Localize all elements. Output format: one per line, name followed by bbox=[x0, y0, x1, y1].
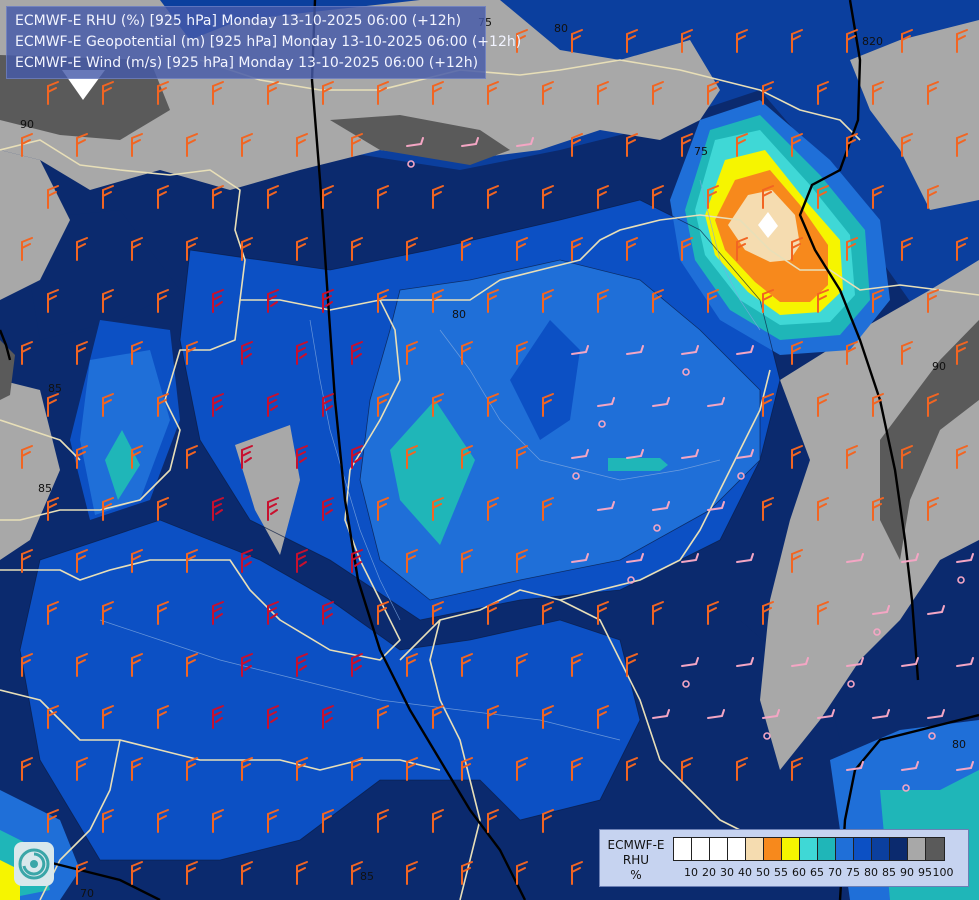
legend-title: ECMWF-E RHU % bbox=[604, 838, 668, 883]
contour-label: 85 bbox=[48, 382, 62, 395]
contour-label: 820 bbox=[862, 35, 883, 48]
contour-label: 90 bbox=[20, 118, 34, 131]
legend-swatch bbox=[710, 838, 728, 860]
title-geopotential: ECMWF-E Geopotential (m) [925 hPa] Monda… bbox=[15, 34, 522, 50]
contour-label: 80 bbox=[452, 308, 466, 321]
legend-tick-label: 100 bbox=[932, 866, 954, 879]
legend-tick-label: 80 bbox=[864, 866, 878, 879]
weather-map-viewer: 75 80 90 85 820 80 75 85 80 85 70 90 ECM… bbox=[0, 0, 979, 900]
legend-tick-label: 60 bbox=[792, 866, 806, 879]
legend-swatch bbox=[836, 838, 854, 860]
contour-label: 80 bbox=[952, 738, 966, 751]
map-title-box: ECMWF-E RHU (%) [925 hPa] Monday 13-10-2… bbox=[6, 6, 522, 79]
legend-tick-label: 40 bbox=[738, 866, 752, 879]
legend-swatch bbox=[872, 838, 890, 860]
contour-label: 75 bbox=[694, 145, 708, 158]
legend-swatch bbox=[890, 838, 908, 860]
title-rhu: ECMWF-E RHU (%) [925 hPa] Monday 13-10-2… bbox=[15, 13, 462, 29]
legend-tick-label: 95 bbox=[918, 866, 932, 879]
legend-swatch bbox=[746, 838, 764, 860]
legend-swatches bbox=[673, 837, 945, 861]
legend-title-line: RHU bbox=[622, 853, 650, 867]
contour-label: 85 bbox=[360, 870, 374, 883]
contour-label: 85 bbox=[38, 482, 52, 495]
legend-title-line: ECMWF-E bbox=[607, 838, 665, 852]
legend-tick-labels: 10 20 30 40 50 55 60 65 70 75 80 85 90 95 100 bbox=[673, 866, 973, 880]
legend-swatch bbox=[764, 838, 782, 860]
contour-label: 70 bbox=[80, 887, 94, 900]
legend-title-line: % bbox=[630, 868, 642, 882]
legend-swatch bbox=[782, 838, 800, 860]
legend-swatch bbox=[818, 838, 836, 860]
legend-tick-label: 55 bbox=[774, 866, 788, 879]
contour-label: 90 bbox=[932, 360, 946, 373]
legend-swatch bbox=[692, 838, 710, 860]
rhu-map[interactable]: 75 80 90 85 820 80 75 85 80 85 70 90 bbox=[0, 0, 979, 900]
legend-swatch bbox=[800, 838, 818, 860]
legend-tick-label: 85 bbox=[882, 866, 896, 879]
legend-tick-label: 10 bbox=[684, 866, 698, 879]
legend-tick-label: 75 bbox=[846, 866, 860, 879]
legend-tick-label: 65 bbox=[810, 866, 824, 879]
legend-swatch bbox=[908, 838, 926, 860]
legend-swatch bbox=[674, 838, 692, 860]
legend-tick-label: 30 bbox=[720, 866, 734, 879]
rhu-legend: ECMWF-E RHU % 10 20 30 40 50 55 60 65 70 75 80 85 90… bbox=[599, 829, 969, 887]
legend-swatch bbox=[926, 838, 944, 860]
legend-tick-label: 70 bbox=[828, 866, 842, 879]
legend-tick-label: 50 bbox=[756, 866, 770, 879]
title-wind: ECMWF-E Wind (m/s) [925 hPa] Monday 13-1… bbox=[15, 55, 479, 71]
legend-swatch bbox=[854, 838, 872, 860]
legend-tick-label: 20 bbox=[702, 866, 716, 879]
legend-tick-label: 90 bbox=[900, 866, 914, 879]
legend-swatch bbox=[728, 838, 746, 860]
ecmwf-swirl-icon bbox=[14, 842, 54, 886]
contour-label: 80 bbox=[554, 22, 568, 35]
